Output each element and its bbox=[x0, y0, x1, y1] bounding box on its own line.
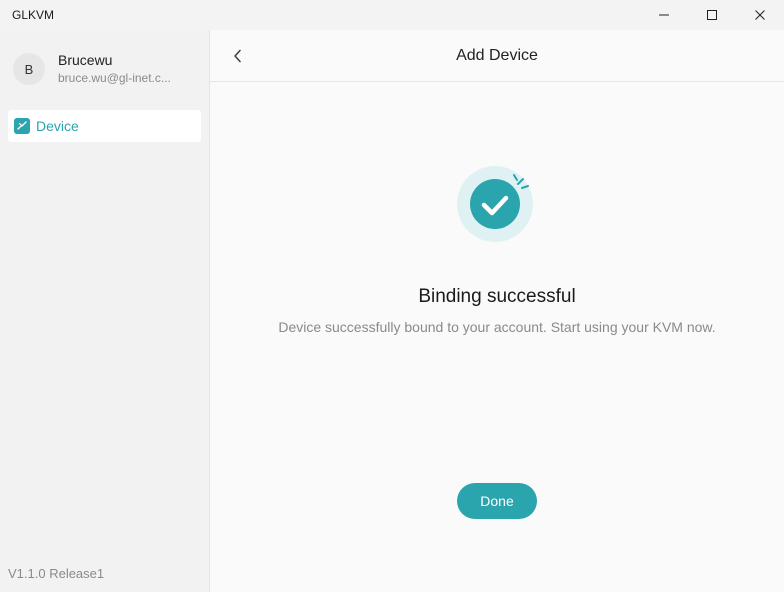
app-version: V1.1.0 Release1 bbox=[8, 566, 105, 581]
avatar-initial: B bbox=[24, 61, 34, 77]
success-check-icon bbox=[457, 166, 533, 242]
close-button[interactable] bbox=[736, 0, 784, 30]
profile-text: Brucewu bruce.wu@gl-inet.c... bbox=[58, 52, 171, 86]
app-window: GLKVM B Brucewu bruce.wu@gl-inet.c... De… bbox=[0, 0, 784, 592]
user-profile[interactable]: B Brucewu bruce.wu@gl-inet.c... bbox=[13, 52, 171, 86]
title-bar: GLKVM bbox=[0, 0, 784, 30]
result-description: Device successfully bound to your accoun… bbox=[278, 319, 716, 335]
device-icon bbox=[14, 118, 30, 134]
page-header: Add Device bbox=[210, 30, 784, 82]
sidebar: B Brucewu bruce.wu@gl-inet.c... Device V… bbox=[0, 30, 210, 592]
maximize-button[interactable] bbox=[688, 0, 736, 30]
minimize-button[interactable] bbox=[640, 0, 688, 30]
page-title: Add Device bbox=[456, 47, 538, 64]
app-title: GLKVM bbox=[12, 8, 55, 22]
window-controls bbox=[640, 0, 784, 30]
close-icon bbox=[755, 10, 765, 20]
sidebar-item-device[interactable]: Device bbox=[8, 110, 201, 142]
user-name: Brucewu bbox=[58, 52, 113, 68]
result-title: Binding successful bbox=[418, 286, 576, 307]
minimize-icon bbox=[659, 14, 669, 16]
done-button[interactable]: Done bbox=[457, 483, 537, 519]
main-content: Add Device Binding successful Device suc… bbox=[210, 30, 784, 592]
user-email: bruce.wu@gl-inet.c... bbox=[58, 71, 171, 85]
sidebar-item-label: Device bbox=[36, 118, 79, 134]
maximize-icon bbox=[707, 10, 717, 20]
avatar: B bbox=[13, 53, 45, 85]
